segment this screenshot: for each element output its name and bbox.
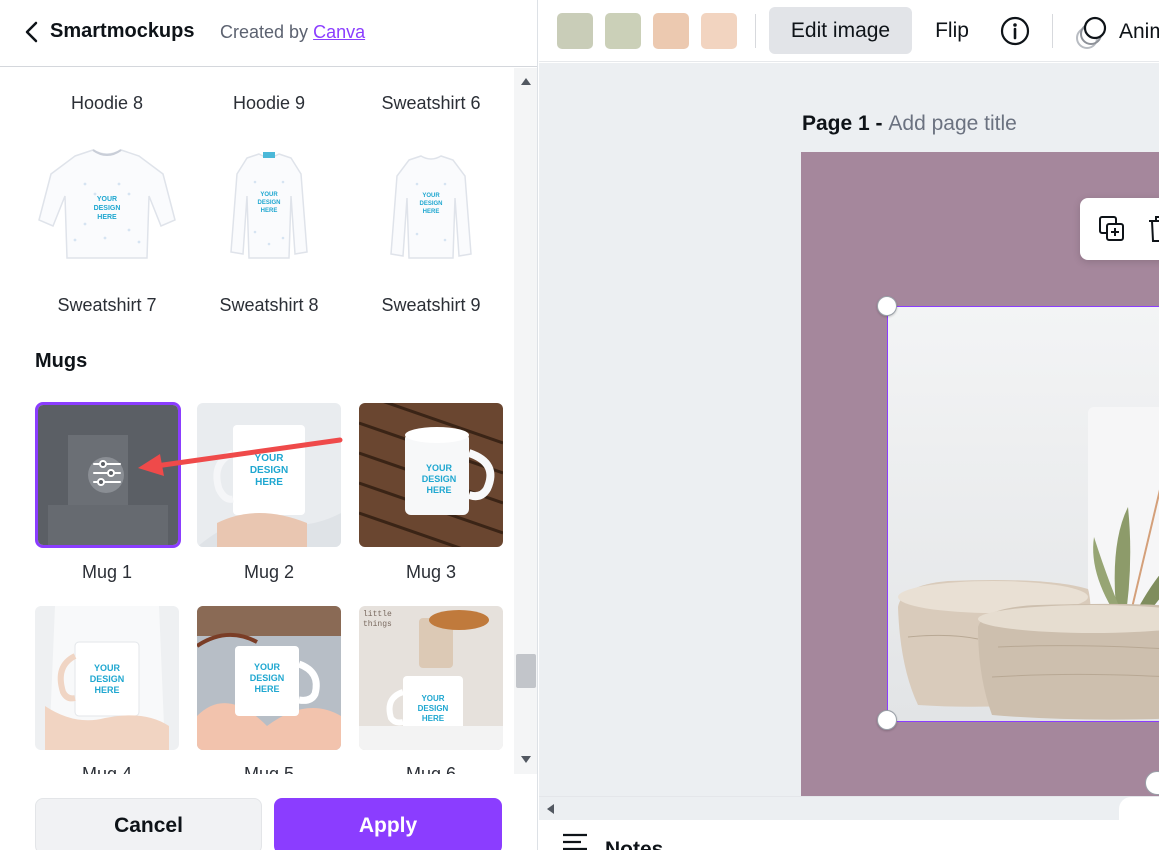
notes-bar: Notes	[539, 820, 1159, 850]
trash-icon[interactable]	[1144, 213, 1159, 245]
color-swatch[interactable]	[557, 13, 593, 49]
duplicate-icon[interactable]	[1096, 213, 1128, 245]
svg-text:HERE: HERE	[261, 208, 278, 214]
panel-title: Smartmockups	[50, 20, 195, 42]
svg-text:YOUR: YOUR	[421, 694, 444, 703]
svg-text:YOUR: YOUR	[426, 463, 453, 473]
color-swatch[interactable]	[653, 13, 689, 49]
canvas-horizontal-scrollbar[interactable]	[539, 796, 1159, 821]
edit-image-button[interactable]: Edit image	[769, 7, 912, 54]
svg-text:HERE: HERE	[426, 485, 451, 495]
mockup-label[interactable]: Hoodie 9	[188, 93, 350, 114]
notes-button[interactable]: Notes	[561, 832, 663, 850]
page-number: Page 1 -	[802, 112, 883, 135]
color-swatch[interactable]	[605, 13, 641, 49]
resize-handle-bottom-left[interactable]	[877, 710, 897, 730]
sweatshirt-9-thumbnail[interactable]: YOUR DESIGN HERE	[359, 134, 503, 278]
panel-scrollbar[interactable]	[514, 68, 537, 774]
annotation-arrow-icon	[138, 437, 343, 476]
svg-text:things: things	[363, 620, 392, 629]
cancel-button[interactable]: Cancel	[35, 798, 262, 850]
hoodie-labels-row: Hoodie 8 Hoodie 9 Sweatshirt 6	[0, 93, 514, 123]
mockup-label[interactable]: Mug 3	[350, 562, 512, 583]
mug-labels-row-2: Mug 4 Mug 5 Mug 6	[0, 764, 514, 774]
svg-text:HERE: HERE	[94, 685, 119, 695]
mockup-list[interactable]: Hoodie 8 Hoodie 9 Sweatshirt 6 YOUR DESI…	[0, 68, 514, 774]
mug-labels-row-1: Mug 1 Mug 2 Mug 3	[0, 562, 514, 592]
notes-label: Notes	[605, 838, 664, 850]
mockup-label[interactable]: Hoodie 8	[26, 93, 188, 114]
design-canvas[interactable]: Page 1 - Add page title	[539, 63, 1159, 796]
svg-text:YOUR: YOUR	[94, 663, 121, 673]
toolbar-divider	[1052, 14, 1053, 48]
mug-4-thumbnail[interactable]: YOUR DESIGN HERE	[35, 606, 179, 750]
toolbar-divider	[755, 14, 756, 48]
mug-5-thumbnail[interactable]: YOUR DESIGN HERE	[197, 606, 341, 750]
animate-button[interactable]: Animate	[1071, 10, 1159, 52]
svg-text:DESIGN: DESIGN	[422, 474, 457, 484]
mockup-label[interactable]: Mug 2	[188, 562, 350, 583]
scroll-up-arrow-icon[interactable]	[521, 78, 531, 85]
flip-button[interactable]: Flip	[925, 7, 979, 54]
svg-text:YOUR: YOUR	[422, 193, 440, 199]
svg-text:YOUR: YOUR	[254, 662, 281, 672]
panel-header: Smartmockups Created by Canva	[0, 0, 537, 67]
canva-link[interactable]: Canva	[313, 22, 365, 42]
svg-text:HERE: HERE	[422, 714, 445, 723]
animate-label: Animate	[1119, 20, 1159, 43]
mockup-label[interactable]: Sweatshirt 6	[350, 93, 512, 114]
mug-3-thumbnail[interactable]: YOUR DESIGN HERE	[359, 403, 503, 547]
mockup-label[interactable]: Sweatshirt 9	[350, 295, 512, 316]
svg-text:DESIGN: DESIGN	[250, 673, 285, 683]
back-chevron-icon[interactable]	[18, 18, 46, 46]
svg-text:HERE: HERE	[423, 209, 440, 215]
mug-6-thumbnail[interactable]: little things YOUR DESIGN HERE	[359, 606, 503, 750]
svg-text:HERE: HERE	[254, 684, 279, 694]
svg-text:HERE: HERE	[255, 477, 283, 488]
apply-button[interactable]: Apply	[274, 798, 502, 850]
sweatshirt-7-thumbnail[interactable]: YOUR DESIGN HERE	[35, 134, 179, 278]
created-by: Created by Canva	[220, 21, 365, 43]
selected-mockup-image[interactable]	[887, 306, 1159, 722]
sweatshirt-labels-row: Sweatshirt 7 Sweatshirt 8 Sweatshirt 9	[0, 295, 514, 325]
mockup-label[interactable]: Mug 5	[188, 764, 350, 774]
mugs-section-title: Mugs	[35, 350, 88, 372]
mockup-label[interactable]: Sweatshirt 7	[26, 295, 188, 316]
color-swatch[interactable]	[701, 13, 737, 49]
mockup-label[interactable]: Sweatshirt 8	[188, 295, 350, 316]
editor-toolbar: Edit image Flip Animate	[539, 0, 1159, 62]
page-label: Page 1 - Add page title	[802, 112, 1017, 136]
mockup-label[interactable]: Mug 4	[26, 764, 188, 774]
panel-footer: Cancel Apply	[0, 774, 537, 850]
svg-text:YOUR: YOUR	[260, 192, 278, 198]
svg-text:DESIGN: DESIGN	[257, 200, 280, 206]
sweatshirt-8-thumbnail[interactable]: YOUR DESIGN HERE	[197, 134, 341, 278]
design-placeholder-text: YOUR	[97, 196, 117, 203]
scroll-corner	[1119, 797, 1159, 821]
svg-text:DESIGN: DESIGN	[418, 704, 449, 713]
smartmockups-panel: Smartmockups Created by Canva Hoodie 8 H…	[0, 0, 538, 850]
element-floating-toolbar	[1080, 198, 1159, 260]
scroll-left-arrow-icon[interactable]	[547, 804, 554, 814]
svg-text:DESIGN: DESIGN	[419, 201, 442, 207]
svg-text:DESIGN: DESIGN	[94, 205, 121, 212]
info-icon[interactable]	[999, 15, 1031, 47]
adjust-sliders-icon[interactable]	[91, 457, 123, 489]
resize-handle-top-left[interactable]	[877, 296, 897, 316]
mockup-label[interactable]: Mug 1	[26, 562, 188, 583]
mockup-label[interactable]: Mug 6	[350, 764, 512, 774]
page-title-input[interactable]: Add page title	[888, 112, 1016, 135]
notes-icon	[563, 833, 587, 850]
svg-text:little: little	[363, 610, 392, 619]
created-by-prefix: Created by	[220, 22, 309, 42]
scroll-down-arrow-icon[interactable]	[521, 756, 531, 763]
svg-text:DESIGN: DESIGN	[90, 674, 125, 684]
scroll-thumb[interactable]	[516, 654, 536, 688]
svg-text:HERE: HERE	[97, 214, 117, 221]
animate-icon	[1076, 16, 1107, 49]
